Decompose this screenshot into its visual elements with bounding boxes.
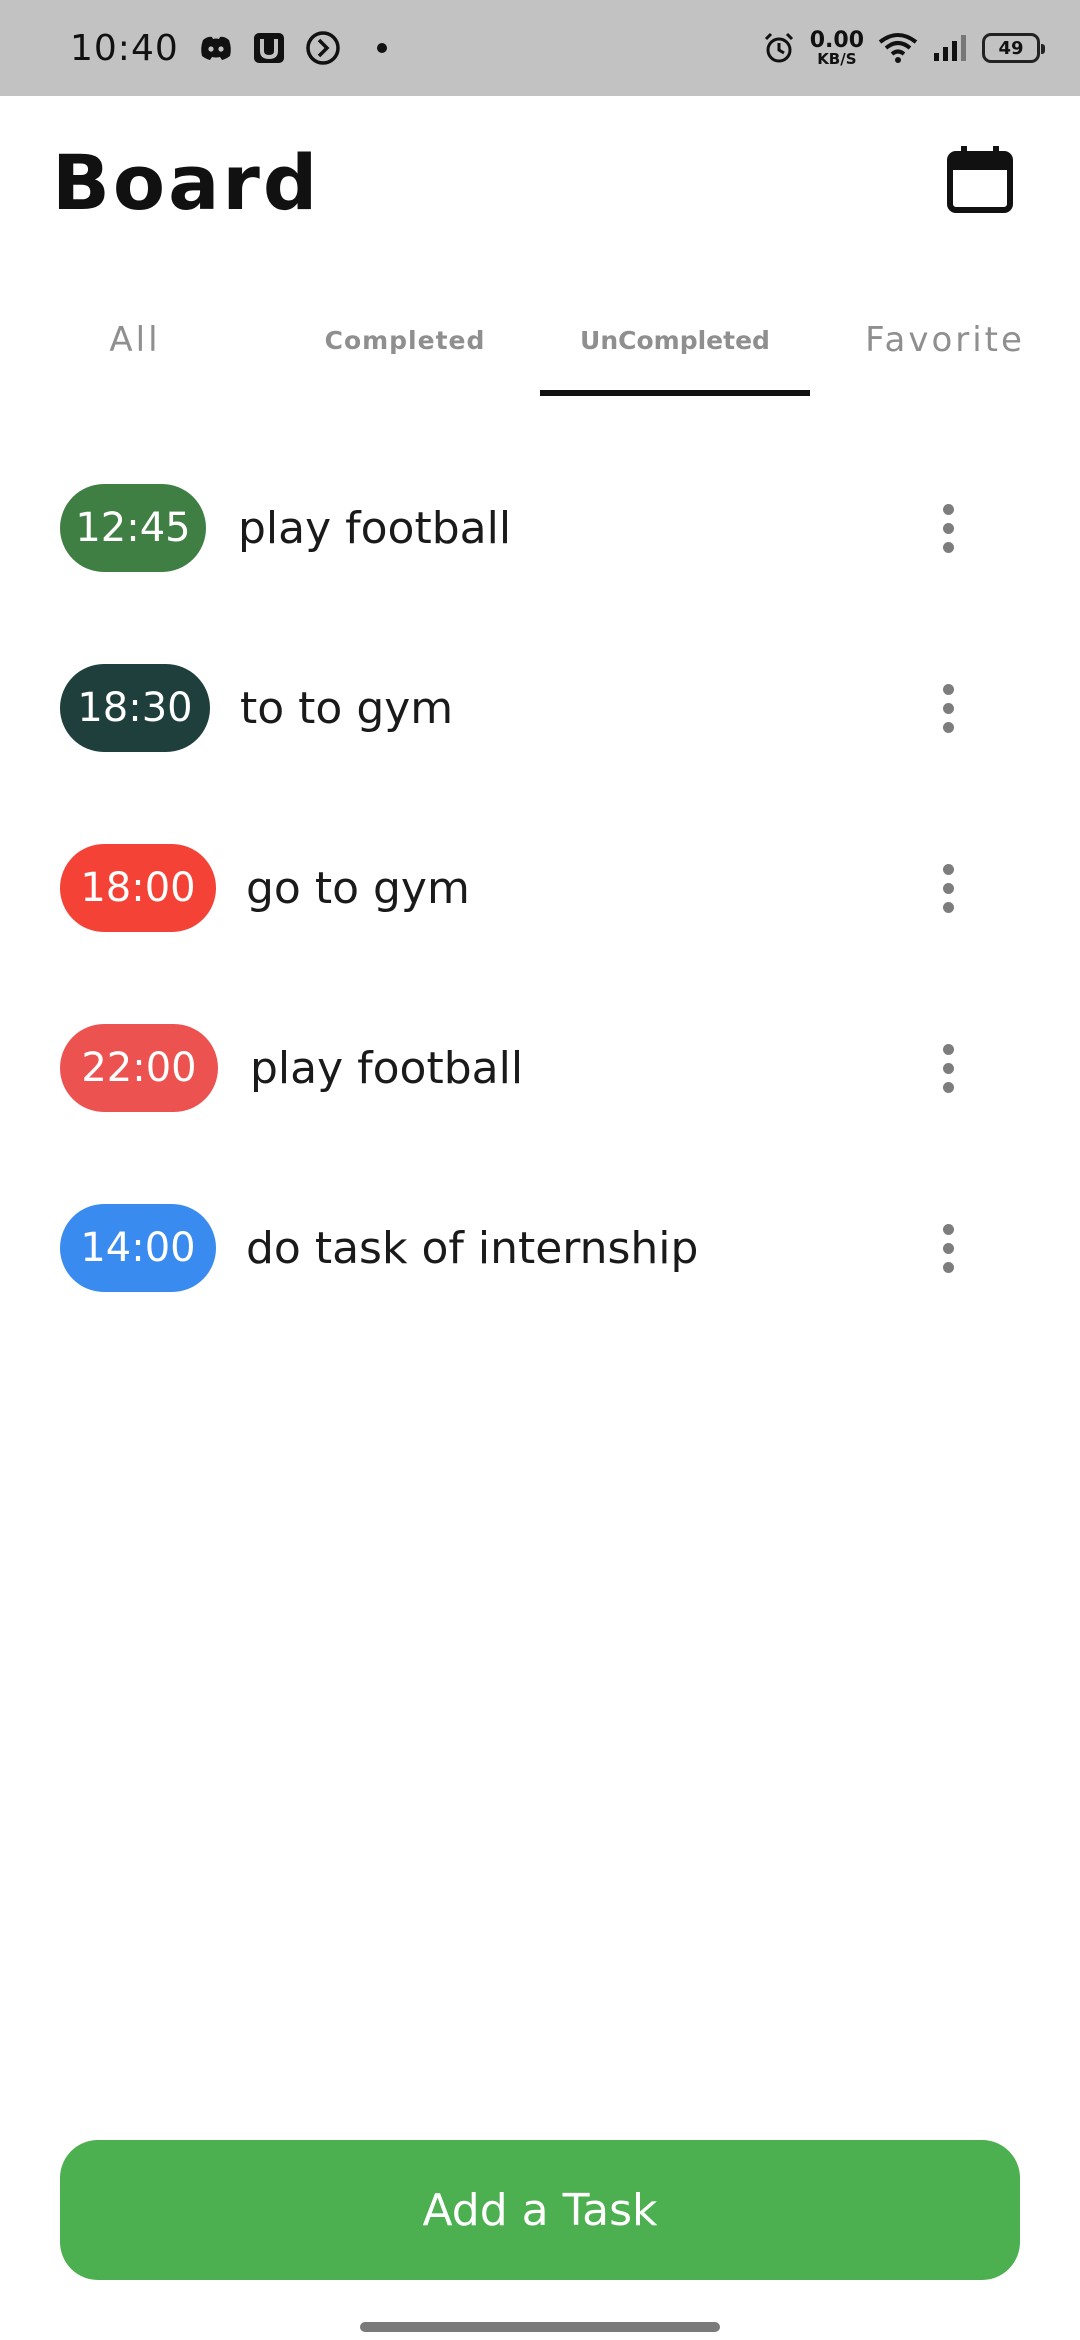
task-title: to to gym [240,682,454,734]
add-task-button[interactable]: Add a Task [60,2140,1020,2280]
alarm-icon [762,31,796,65]
play-circle-icon [305,30,341,66]
task-time-badge: 14:00 [60,1204,216,1292]
task-title: do task of internship [246,1222,699,1274]
calendar-icon[interactable] [944,144,1016,216]
task-row[interactable]: 22:00 play football [0,1010,1080,1130]
wifi-icon [878,32,918,64]
tab-uncompleted[interactable]: UnCompleted [540,290,810,390]
more-vert-icon[interactable] [918,1032,978,1104]
task-title: go to gym [246,862,470,914]
signal-icon [932,33,968,63]
more-vert-icon[interactable] [918,492,978,564]
tab-selected-indicator [540,390,810,396]
more-vert-icon[interactable] [918,672,978,744]
tab-completed[interactable]: Completed [270,290,540,390]
task-time-badge: 18:30 [60,664,210,752]
task-row[interactable]: 12:45 play football [0,470,1080,590]
task-row[interactable]: 18:00 go to gym [0,830,1080,950]
app-header: Board [0,96,1080,266]
tab-favorite[interactable]: Favorite [810,290,1080,390]
task-time-badge: 12:45 [60,484,206,572]
status-right: 0.00 KB/S 49 [762,27,1045,68]
task-row[interactable]: 18:30 to to gym [0,650,1080,770]
tab-all[interactable]: All [0,290,270,390]
status-time: 10:40 [70,27,179,69]
network-speed-unit: KB/S [817,49,857,68]
notification-dot-icon [376,43,387,53]
task-title: play football [238,502,512,554]
network-speed: 0.00 KB/S [809,27,864,68]
status-left: 10:40 [70,28,387,69]
battery-icon: 49 [982,33,1045,63]
task-time-badge: 18:00 [60,844,216,932]
gesture-nav-handle[interactable] [360,2322,720,2332]
more-vert-icon[interactable] [918,1212,978,1284]
task-title: play football [250,1042,524,1094]
more-vert-icon[interactable] [918,852,978,924]
u-app-icon [253,32,285,64]
page-title: Board [52,138,321,227]
task-time-badge: 22:00 [60,1024,218,1112]
network-speed-value: 0.00 [809,27,864,53]
discord-icon [199,34,233,62]
status-bar: 10:40 0.00 KB/S 49 [0,0,1080,96]
task-row[interactable]: 14:00 do task of internship [0,1190,1080,1310]
tab-bar: All Completed UnCompleted Favorite [0,290,1080,398]
